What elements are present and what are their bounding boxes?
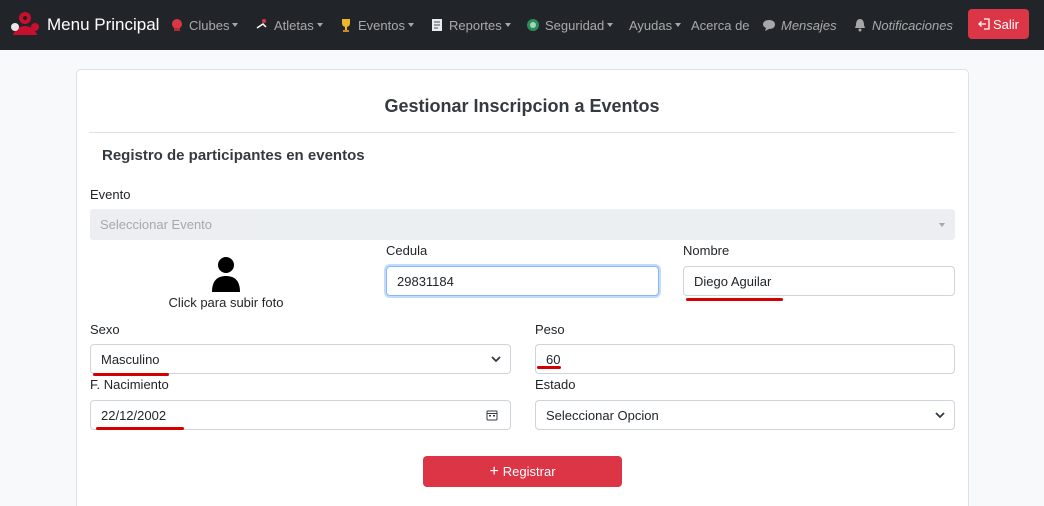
cedula-label: Cedula [386, 243, 428, 258]
annotation-underline [93, 373, 169, 376]
caret-down-icon [504, 23, 511, 27]
caret-down-icon [407, 23, 414, 27]
evento-select[interactable]: Seleccionar Evento [90, 209, 955, 240]
nav-atletas[interactable]: Atletas [255, 0, 323, 50]
section-subtitle: Registro de participantes en eventos [102, 147, 365, 164]
calendar-icon[interactable] [486, 409, 498, 421]
estado-label: Estado [535, 377, 576, 392]
nav-seguridad[interactable]: Seguridad [526, 0, 614, 50]
plus-icon: + [489, 462, 499, 480]
caret-down-icon [316, 23, 323, 27]
logout-button[interactable]: Salir [968, 9, 1029, 39]
nacimiento-label: F. Nacimiento [90, 377, 169, 392]
caret-down-icon [607, 23, 614, 27]
top-navbar: Menu Principal Clubes Atletas Eventos Re… [0, 0, 1044, 50]
upload-photo-text[interactable]: Click para subir foto [90, 295, 362, 310]
chevron-down-icon [491, 356, 501, 363]
brand-link[interactable]: Menu Principal [9, 9, 159, 41]
chevron-down-icon [935, 412, 945, 419]
sexo-label: Sexo [90, 322, 120, 337]
page-title: Gestionar Inscripcion a Eventos [384, 96, 660, 116]
brand-title: Menu Principal [47, 15, 160, 34]
cedula-input[interactable]: 29831184 [386, 266, 659, 296]
nav-clubes[interactable]: Clubes [170, 0, 239, 50]
evento-label: Evento [90, 187, 131, 202]
user-photo-icon[interactable] [210, 256, 242, 292]
nav-eventos[interactable]: Eventos [339, 0, 414, 50]
nav-acerca-de[interactable]: Acerca de [691, 0, 750, 50]
bell-icon [855, 19, 865, 32]
nav-ayudas[interactable]: Ayudas [629, 0, 682, 50]
peso-input[interactable]: 60 [535, 344, 955, 374]
nombre-label: Nombre [683, 243, 730, 258]
athlete-icon [256, 19, 267, 29]
nacimiento-date-input[interactable]: 22/12/2002 [90, 400, 511, 430]
nav-mensajes[interactable]: Mensajes [762, 0, 837, 50]
caret-down-icon [939, 223, 945, 227]
peso-label: Peso [535, 322, 565, 337]
sexo-select[interactable]: Masculino [90, 344, 511, 374]
caret-down-icon [232, 23, 239, 27]
registrar-button[interactable]: + Registrar [423, 456, 622, 487]
trophy-icon [342, 19, 350, 32]
nav-notificaciones[interactable]: Notificaciones [853, 0, 953, 50]
boxing-glove-icon [172, 19, 182, 31]
caret-down-icon [675, 23, 682, 27]
annotation-underline [686, 298, 783, 301]
report-icon [432, 19, 442, 31]
annotation-underline [537, 366, 561, 369]
estado-select[interactable]: Seleccionar Opcion [535, 400, 955, 430]
boxer-logo-icon [11, 12, 39, 35]
nombre-input[interactable]: Diego Aguilar [683, 266, 955, 296]
annotation-underline [96, 427, 184, 430]
shield-icon [527, 19, 539, 31]
title-divider [89, 132, 955, 133]
chat-bubble-icon [763, 20, 775, 31]
nav-reportes[interactable]: Reportes [430, 0, 511, 50]
sign-out-icon [978, 18, 990, 30]
